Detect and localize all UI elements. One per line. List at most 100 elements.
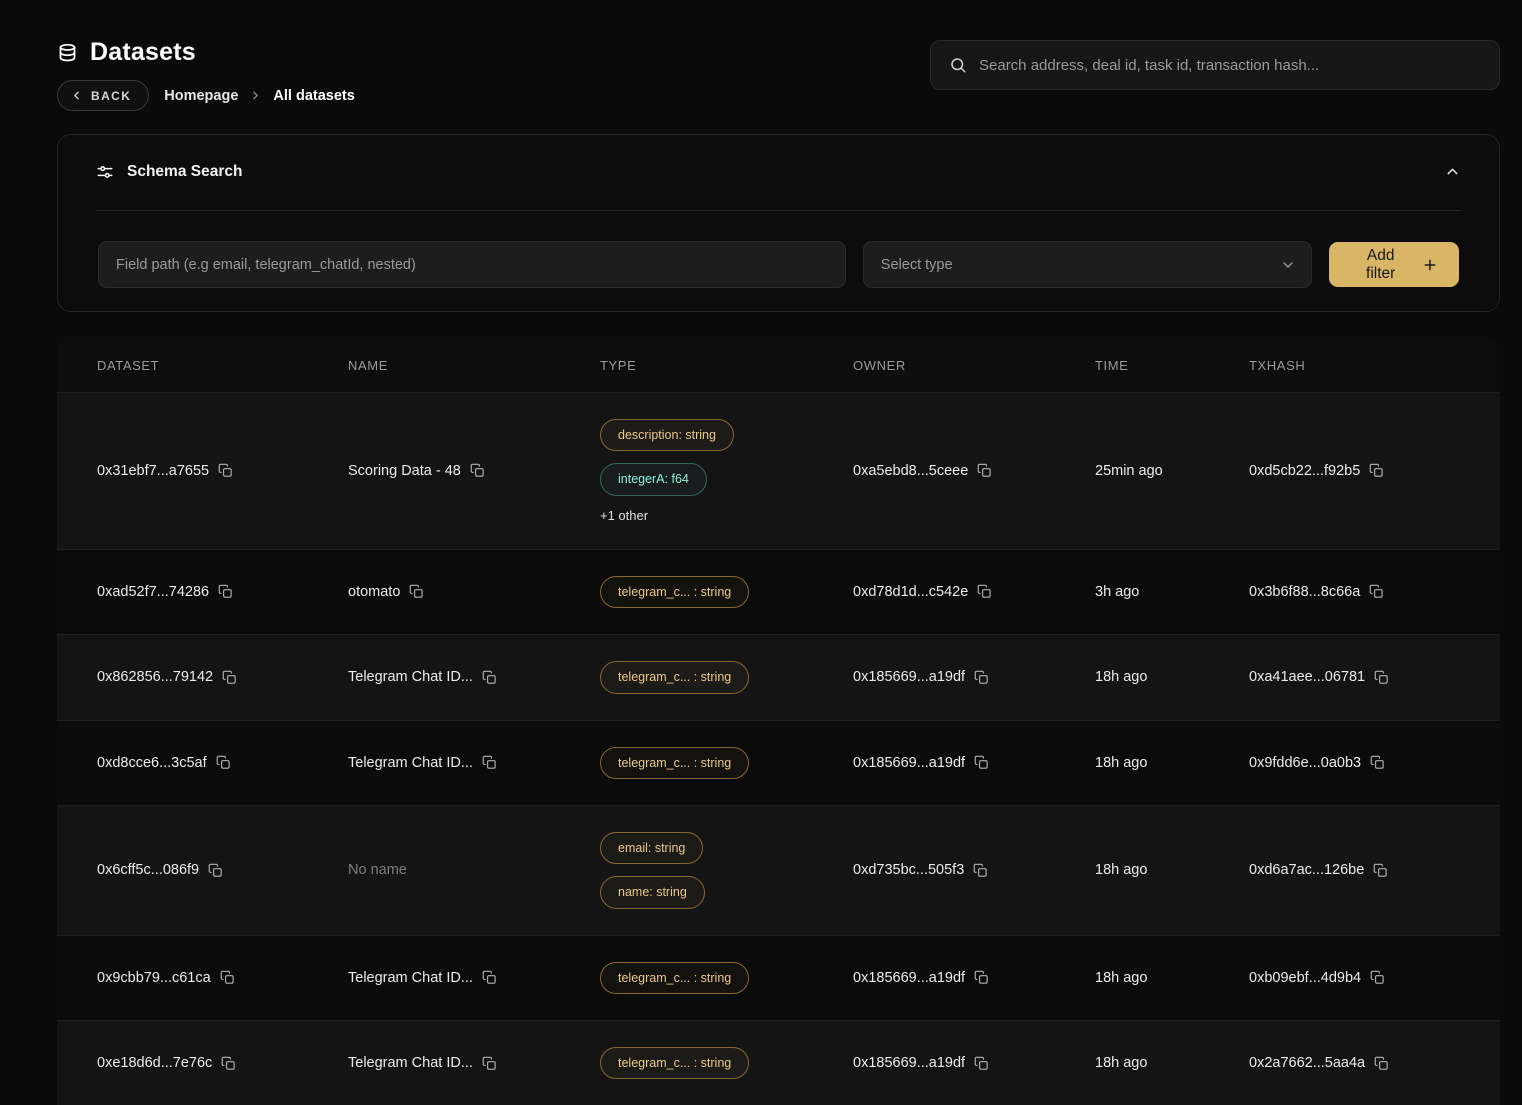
schema-search-panel: Schema Search Select type Add filter — [57, 134, 1500, 312]
time-cell: 18h ago — [1095, 970, 1249, 986]
table-row[interactable]: 0xe18d6d...7e76cTelegram Chat ID...teleg… — [57, 1020, 1500, 1105]
schema-search-body: Select type Add filter — [58, 211, 1499, 311]
column-header: OWNER — [853, 358, 1095, 373]
nav-row: BACK Homepage All datasets — [57, 80, 355, 111]
name-copy-icon[interactable] — [470, 463, 485, 478]
owner-copy-icon[interactable] — [977, 463, 992, 478]
table-row[interactable]: 0xd8cce6...3c5afTelegram Chat ID...teleg… — [57, 720, 1500, 805]
dataset-name: Telegram Chat ID... — [348, 669, 473, 685]
search-icon — [949, 56, 967, 74]
column-header: NAME — [348, 358, 600, 373]
type-cell: telegram_c... : string — [600, 1021, 853, 1105]
table-header: DATASETNAMETYPEOWNERTIMETXHASH — [57, 339, 1500, 392]
txhash-cell: 0x9fdd6e...0a0b3 — [1249, 755, 1500, 771]
dataset-copy-icon[interactable] — [218, 463, 233, 478]
time-cell: 18h ago — [1095, 669, 1249, 685]
dataset-id: 0x9cbb79...c61ca — [97, 970, 211, 986]
owner-copy-icon[interactable] — [974, 755, 989, 770]
collapse-panel-button[interactable] — [1440, 159, 1465, 184]
dataset-name: Scoring Data - 48 — [348, 463, 461, 479]
owner-copy-icon[interactable] — [974, 670, 989, 685]
back-label: BACK — [91, 89, 131, 103]
txhash-cell: 0x2a7662...5aa4a — [1249, 1055, 1500, 1071]
txhash-copy-icon[interactable] — [1369, 584, 1384, 599]
txhash-value: 0xb09ebf...4d9b4 — [1249, 970, 1361, 986]
txhash-cell: 0xb09ebf...4d9b4 — [1249, 970, 1500, 986]
type-pill: telegram_c... : string — [600, 747, 749, 779]
more-types-label: +1 other — [600, 508, 648, 523]
dataset-copy-icon[interactable] — [218, 584, 233, 599]
table-body: 0x31ebf7...a7655Scoring Data - 48descrip… — [57, 392, 1500, 1105]
add-filter-button[interactable]: Add filter — [1329, 242, 1459, 287]
global-search[interactable] — [930, 40, 1500, 90]
owner-cell: 0x185669...a19df — [853, 970, 1095, 986]
owner-copy-icon[interactable] — [973, 863, 988, 878]
dataset-copy-icon[interactable] — [221, 1056, 236, 1071]
field-path-input[interactable] — [98, 241, 846, 288]
time-value: 18h ago — [1095, 755, 1147, 771]
dataset-cell: 0x9cbb79...c61ca — [97, 970, 348, 986]
owner-copy-icon[interactable] — [974, 970, 989, 985]
table-row[interactable]: 0xad52f7...74286otomatotelegram_c... : s… — [57, 549, 1500, 634]
type-cell: telegram_c... : string — [600, 936, 853, 1020]
table-row[interactable]: 0x9cbb79...c61ca Telegram Chat ID... teleg… — [57, 935, 1500, 1020]
owner-address: 0xd78d1d...c542e — [853, 584, 968, 600]
table-row[interactable]: 0x862856...79142Telegram Chat ID...teleg… — [57, 634, 1500, 719]
owner-copy-icon[interactable] — [974, 1056, 989, 1071]
txhash-copy-icon[interactable] — [1370, 970, 1385, 985]
back-button[interactable]: BACK — [57, 80, 149, 111]
dataset-copy-icon[interactable] — [222, 670, 237, 685]
schema-search-header: Schema Search — [58, 135, 1499, 210]
txhash-cell: 0xd6a7ac...126be — [1249, 862, 1500, 878]
type-pill: integerA: f64 — [600, 463, 707, 495]
dataset-name: otomato — [348, 584, 400, 600]
name-copy-icon[interactable] — [482, 670, 497, 685]
database-icon — [57, 43, 78, 64]
txhash-value: 0x3b6f88...8c66a — [1249, 584, 1360, 600]
name-copy-icon[interactable] — [409, 584, 424, 599]
time-value: 18h ago — [1095, 862, 1147, 878]
breadcrumb: Homepage All datasets — [164, 88, 355, 104]
chevron-down-icon — [1280, 257, 1296, 273]
dataset-copy-icon[interactable] — [216, 755, 231, 770]
table-row[interactable]: 0x6cff5c...086f9No nameemail: stringname… — [57, 805, 1500, 935]
dataset-copy-icon[interactable] — [220, 970, 235, 985]
txhash-copy-icon[interactable] — [1373, 863, 1388, 878]
owner-cell: 0xa5ebd8...5ceee — [853, 463, 1095, 479]
name-copy-icon[interactable] — [482, 970, 497, 985]
owner-address: 0x185669...a19df — [853, 755, 965, 771]
dataset-copy-icon[interactable] — [208, 863, 223, 878]
chevron-right-icon — [249, 89, 262, 102]
dataset-id: 0xad52f7...74286 — [97, 584, 209, 600]
owner-copy-icon[interactable] — [977, 584, 992, 599]
dataset-name: Telegram Chat ID... — [348, 970, 473, 986]
type-pill: description: string — [600, 419, 734, 451]
time-cell: 18h ago — [1095, 862, 1249, 878]
type-select[interactable]: Select type — [863, 241, 1313, 288]
search-input[interactable] — [979, 57, 1481, 74]
name-copy-icon[interactable] — [482, 755, 497, 770]
type-cell: email: string name: string — [600, 806, 853, 935]
dataset-cell: 0xd8cce6...3c5af — [97, 755, 348, 771]
column-header: DATASET — [97, 358, 348, 373]
name-cell: otomato — [348, 584, 600, 600]
type-pill: name: string — [600, 876, 705, 908]
txhash-copy-icon[interactable] — [1374, 670, 1389, 685]
table-row[interactable]: 0x31ebf7...a7655Scoring Data - 48descrip… — [57, 392, 1500, 549]
time-value: 18h ago — [1095, 970, 1147, 986]
time-value: 25min ago — [1095, 463, 1163, 479]
owner-cell: 0x185669...a19df — [853, 1055, 1095, 1071]
txhash-copy-icon[interactable] — [1370, 755, 1385, 770]
name-copy-icon[interactable] — [482, 1056, 497, 1071]
breadcrumb-homepage[interactable]: Homepage — [164, 88, 238, 104]
name-cell: Scoring Data - 48 — [348, 463, 600, 479]
time-cell: 25min ago — [1095, 463, 1249, 479]
column-header: TXHASH — [1249, 358, 1500, 373]
txhash-copy-icon[interactable] — [1369, 463, 1384, 478]
owner-address: 0xd735bc...505f3 — [853, 862, 964, 878]
column-header: TYPE — [600, 358, 853, 373]
txhash-copy-icon[interactable] — [1374, 1056, 1389, 1071]
type-pill: telegram_c... : string — [600, 962, 749, 994]
type-pill: email: string — [600, 832, 703, 864]
time-cell: 18h ago — [1095, 1055, 1249, 1071]
